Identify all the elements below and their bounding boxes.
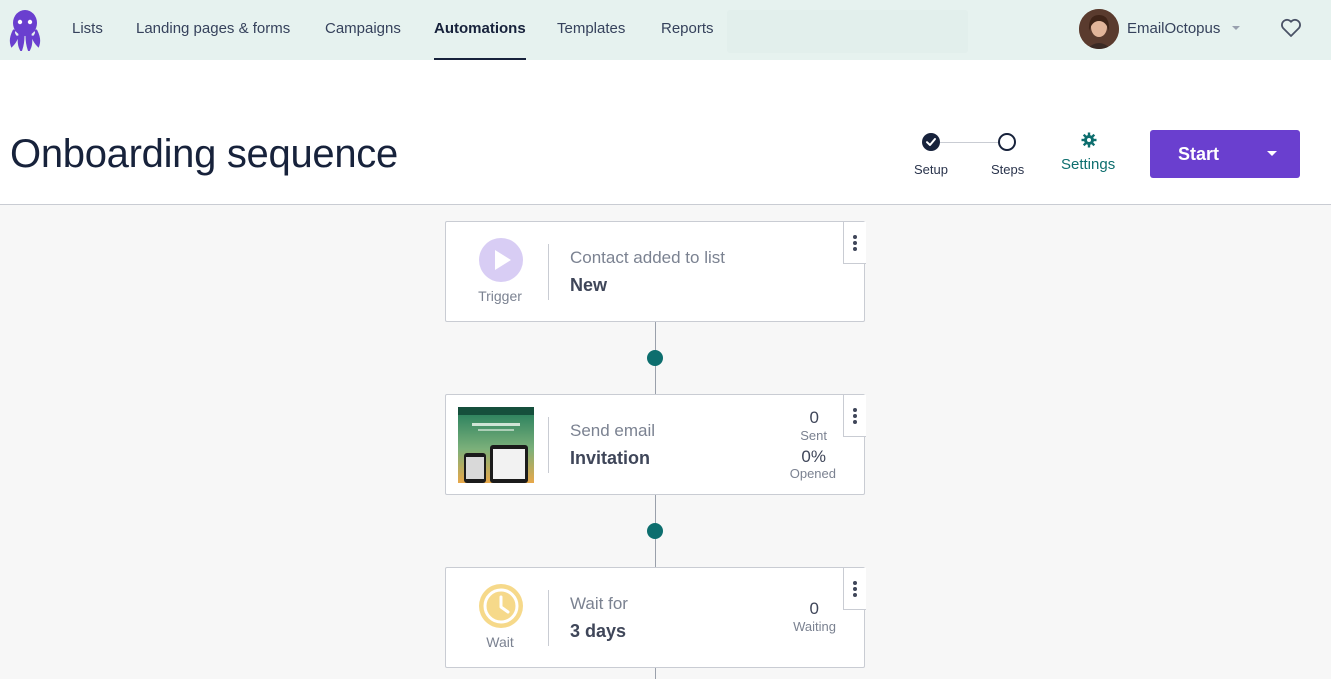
settings-link[interactable]: Settings bbox=[1061, 156, 1115, 173]
heart-icon[interactable] bbox=[1280, 18, 1302, 38]
email-value: Invitation bbox=[570, 448, 650, 468]
waiting-count: 0 bbox=[809, 599, 819, 618]
sent-count: 0 bbox=[809, 408, 819, 427]
top-nav: Lists Landing pages & forms Campaigns Au… bbox=[0, 0, 1331, 60]
step-steps-circle-icon[interactable] bbox=[998, 133, 1016, 151]
gear-icon[interactable] bbox=[1081, 132, 1097, 148]
octopus-logo-icon[interactable] bbox=[8, 9, 42, 51]
opened-rate: 0% bbox=[801, 447, 826, 466]
nav-campaigns[interactable]: Campaigns bbox=[325, 0, 401, 60]
nav-automations[interactable]: Automations bbox=[434, 0, 526, 60]
flow-connector bbox=[655, 668, 656, 679]
opened-label: Opened bbox=[789, 466, 836, 481]
trigger-icon-label: Trigger bbox=[478, 288, 522, 304]
step-label-steps[interactable]: Steps bbox=[991, 162, 1024, 177]
add-step-dot[interactable] bbox=[647, 350, 663, 366]
page-header: Onboarding sequence Setup Steps Settings… bbox=[0, 60, 1331, 205]
nav-reports[interactable]: Reports bbox=[661, 0, 714, 60]
wait-card[interactable]: Wait Wait for 3 days 0 Waiting bbox=[445, 567, 866, 668]
wait-icon-label: Wait bbox=[486, 634, 514, 650]
nav-lists[interactable]: Lists bbox=[72, 0, 103, 60]
avatar-photo-icon bbox=[1079, 9, 1119, 49]
step-setup-check-icon[interactable] bbox=[922, 133, 940, 151]
waiting-label: Waiting bbox=[793, 619, 836, 634]
start-dropdown-chevron-icon[interactable] bbox=[1267, 151, 1277, 156]
add-step-dot[interactable] bbox=[647, 523, 663, 539]
card-divider bbox=[548, 244, 549, 300]
step-connector bbox=[940, 142, 998, 143]
chevron-down-icon[interactable] bbox=[1232, 26, 1240, 30]
wait-type: Wait for bbox=[570, 594, 628, 613]
avatar[interactable] bbox=[1079, 9, 1119, 49]
kebab-menu-icon[interactable] bbox=[843, 568, 866, 610]
wait-value: 3 days bbox=[570, 621, 627, 641]
kebab-menu-icon[interactable] bbox=[843, 222, 866, 264]
card-divider bbox=[548, 417, 549, 473]
account-menu[interactable]: EmailOctopus bbox=[1127, 0, 1220, 60]
nav-templates[interactable]: Templates bbox=[557, 0, 625, 60]
play-icon bbox=[479, 238, 523, 282]
trigger-card[interactable]: Trigger Contact added to list New bbox=[445, 221, 866, 322]
clock-icon bbox=[479, 584, 523, 628]
nav-landing-pages-forms[interactable]: Landing pages & forms bbox=[136, 0, 290, 60]
step-label-setup[interactable]: Setup bbox=[914, 162, 948, 177]
page-title: Onboarding sequence bbox=[10, 132, 398, 176]
trigger-type: Contact added to list bbox=[570, 248, 725, 267]
start-button-label: Start bbox=[1178, 144, 1220, 164]
sent-label: Sent bbox=[800, 428, 827, 443]
email-type: Send email bbox=[570, 421, 656, 440]
nav-placeholder-area bbox=[727, 10, 968, 53]
email-template-thumbnail bbox=[458, 407, 534, 483]
email-preview-image-icon bbox=[458, 407, 534, 483]
start-button[interactable]: Start bbox=[1150, 130, 1300, 178]
kebab-menu-icon[interactable] bbox=[843, 395, 866, 437]
send-email-card[interactable]: Send email Invitation 0 Sent 0% Opened bbox=[445, 394, 866, 495]
trigger-value: New bbox=[570, 275, 608, 295]
card-divider bbox=[548, 590, 549, 646]
